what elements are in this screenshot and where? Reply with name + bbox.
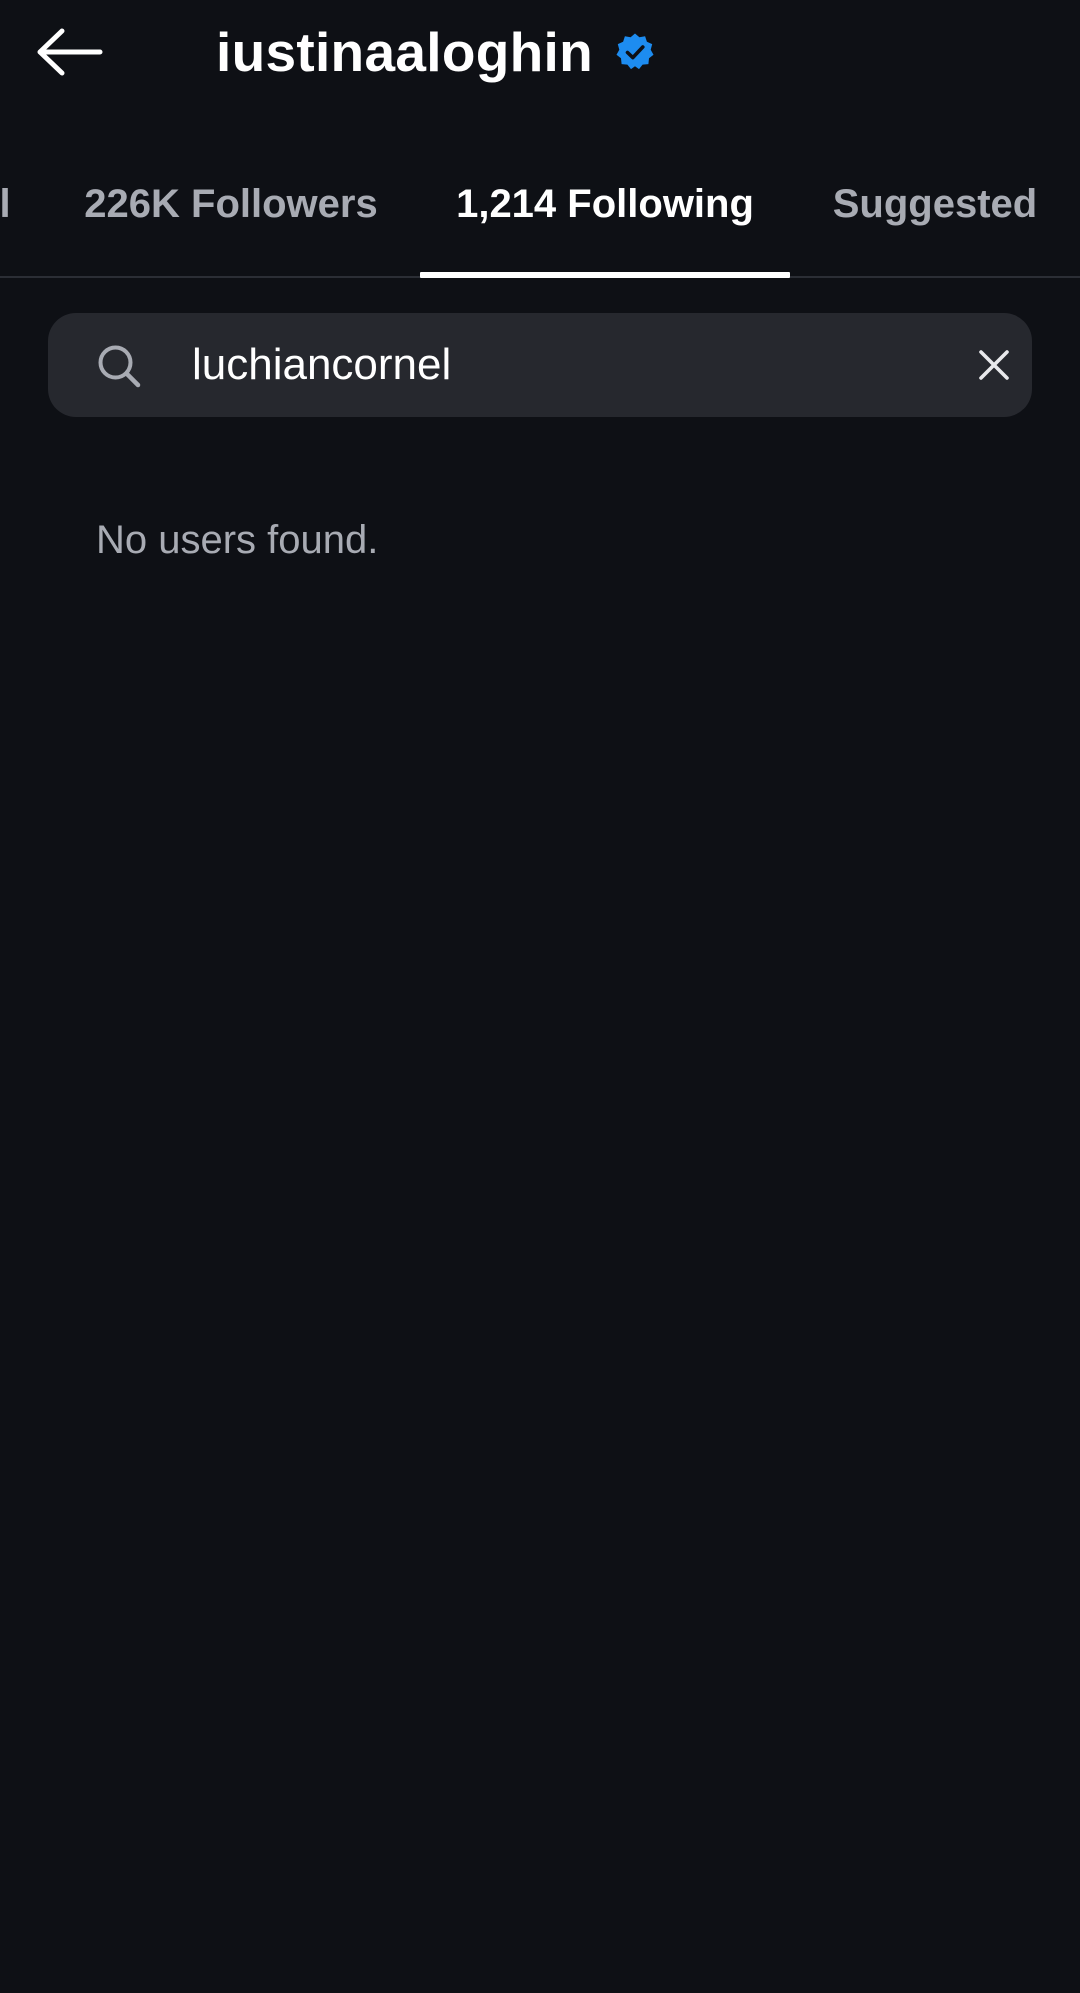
verified-badge-icon — [616, 33, 654, 70]
tab-suggested[interactable]: Suggested — [800, 140, 1070, 276]
tab-followers[interactable]: 226K Followers — [48, 140, 414, 276]
tab-partial[interactable]: l — [0, 140, 20, 276]
search-bar[interactable] — [48, 313, 1032, 417]
active-tab-indicator — [420, 272, 790, 278]
title-group: iustinaaloghin — [216, 10, 655, 94]
search-icon — [98, 345, 141, 388]
back-button[interactable] — [34, 14, 134, 90]
follow-tabs: l 226K Followers 1,214 Following Suggest… — [0, 140, 1080, 278]
page-title: iustinaaloghin — [216, 21, 593, 83]
empty-results-message: No users found. — [96, 518, 379, 562]
arrow-left-icon — [37, 28, 103, 76]
close-icon — [979, 350, 1009, 380]
search-input[interactable] — [192, 335, 892, 395]
following-screen: iustinaaloghin l 226K Followers 1,214 Fo… — [0, 0, 1080, 1993]
top-bar: iustinaaloghin — [0, 0, 1080, 104]
tab-following[interactable]: 1,214 Following — [420, 140, 790, 276]
clear-search-button[interactable] — [970, 341, 1018, 389]
